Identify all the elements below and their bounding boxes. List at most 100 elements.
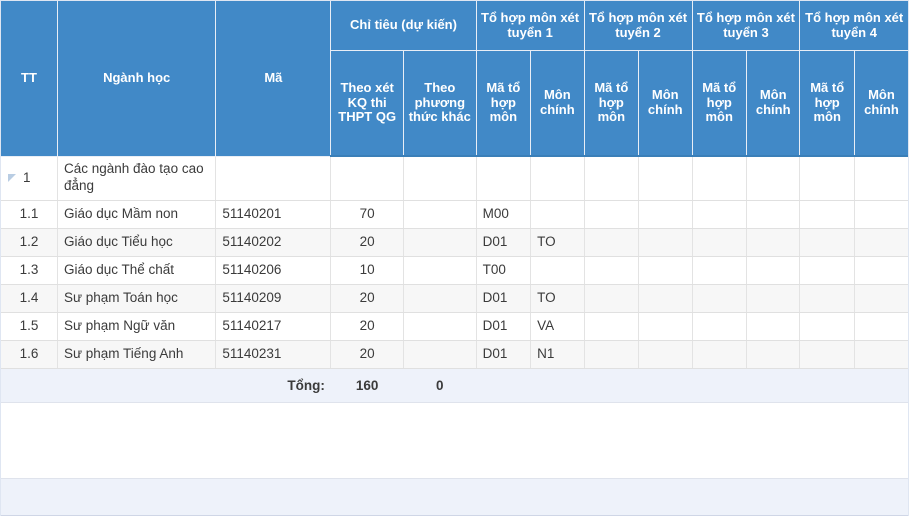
cell-mon-chinh-1 [530, 156, 585, 201]
col-header-to-hop-1: Tổ hợp môn xét tuyển 1 [476, 1, 585, 51]
cell-ma-to-hop-2 [584, 284, 640, 313]
cell-ma-to-hop-4 [799, 200, 855, 229]
cell-mon-chinh-2 [638, 284, 693, 313]
cell-nganh-hoc: Sư phạm Ngữ văn [57, 312, 217, 341]
cell-ma-to-hop-1 [476, 156, 532, 201]
cell-tt: 1.4 [1, 284, 58, 313]
cell-ma [215, 156, 332, 201]
cell-tt: 1.1 [1, 200, 58, 229]
table-row[interactable]: 1.6 Sư phạm Tiếng Anh 51140231 20 D01 N1 [1, 340, 908, 369]
total-row: Tổng: 160 0 [1, 367, 908, 403]
cell-mon-chinh-3 [746, 156, 801, 201]
cell-nganh-hoc: Giáo dục Mầm non [57, 200, 217, 229]
col-header-mon-chinh-2[interactable]: Môn chính [638, 50, 693, 157]
cell-mon-chinh-1 [530, 256, 585, 285]
cell-mon-chinh-2 [638, 312, 693, 341]
cell-ma-to-hop-2 [584, 200, 640, 229]
cell-ma-to-hop-4 [799, 340, 855, 369]
cell-tt: 1.6 [1, 340, 58, 369]
cell-ma: 51140206 [215, 256, 332, 285]
cell-theo-phuong-thuc-khac [403, 340, 477, 369]
cell-nganh-hoc: Sư phạm Tiếng Anh [57, 340, 217, 369]
cell-ma-to-hop-2 [584, 156, 640, 201]
cell-ma-to-hop-3 [692, 256, 747, 285]
cell-theo-phuong-thuc-khac [403, 200, 477, 229]
col-header-mon-chinh-3[interactable]: Môn chính [746, 50, 801, 157]
total-filler [476, 367, 908, 403]
cell-mon-chinh-1: VA [530, 312, 585, 341]
table-row[interactable]: 1 Các ngành đào tạo cao đẳng [1, 156, 908, 201]
cell-ma-to-hop-1: D01 [476, 312, 532, 341]
col-header-mon-chinh-1[interactable]: Môn chính [530, 50, 585, 157]
cell-ma-to-hop-2 [584, 228, 640, 257]
cell-ma-to-hop-2 [584, 340, 640, 369]
cell-nganh-hoc: Giáo dục Thể chất [57, 256, 217, 285]
cell-mon-chinh-4 [854, 312, 908, 341]
table-row[interactable]: 1.4 Sư phạm Toán học 51140209 20 D01 TO [1, 284, 908, 313]
col-header-theo-phuong-thuc-khac[interactable]: Theo phương thức khác [403, 50, 477, 157]
cell-ma: 51140217 [215, 312, 332, 341]
cell-theo-xet-kq: 70 [330, 200, 404, 229]
cell-ma-to-hop-3 [692, 156, 747, 201]
cell-ma-to-hop-3 [692, 340, 747, 369]
col-header-to-hop-4: Tổ hợp môn xét tuyển 4 [799, 1, 908, 51]
cell-ma-to-hop-1: D01 [476, 228, 532, 257]
col-header-ma-to-hop-mon-3[interactable]: Mã tổ hợp môn [692, 50, 747, 157]
cell-theo-phuong-thuc-khac [403, 312, 477, 341]
cell-ma-to-hop-1: T00 [476, 256, 532, 285]
col-header-ma[interactable]: Mã [215, 1, 332, 157]
cell-ma-to-hop-2 [584, 312, 640, 341]
col-header-theo-xet-kq[interactable]: Theo xét KQ thi THPT QG [330, 50, 404, 157]
cell-ma: 51140209 [215, 284, 332, 313]
cell-ma-to-hop-3 [692, 200, 747, 229]
cell-ma-to-hop-4 [799, 156, 855, 201]
cell-theo-phuong-thuc-khac [403, 156, 477, 201]
admissions-table: TT Ngành học Mã Chỉ tiêu (dự kiến) Tổ hợ… [1, 1, 908, 403]
table-row[interactable]: 1.5 Sư phạm Ngữ văn 51140217 20 D01 VA [1, 312, 908, 341]
col-header-ma-to-hop-mon-4[interactable]: Mã tổ hợp môn [799, 50, 855, 157]
col-header-mon-chinh-4[interactable]: Môn chính [854, 50, 908, 157]
cell-ma: 51140202 [215, 228, 332, 257]
col-header-chi-tieu-group: Chỉ tiêu (dự kiến) [330, 1, 477, 51]
cell-ma-to-hop-4 [799, 228, 855, 257]
col-header-ma-to-hop-mon-2[interactable]: Mã tổ hợp môn [584, 50, 640, 157]
cell-mon-chinh-1: TO [530, 284, 585, 313]
cell-mon-chinh-2 [638, 200, 693, 229]
cell-ma-to-hop-4 [799, 256, 855, 285]
table-row[interactable]: 1.2 Giáo dục Tiểu học 51140202 20 D01 TO [1, 228, 908, 257]
cell-ma-to-hop-2 [584, 256, 640, 285]
cell-ma-to-hop-3 [692, 228, 747, 257]
cell-nganh-hoc: Các ngành đào tạo cao đẳng [57, 156, 217, 201]
cell-mon-chinh-2 [638, 156, 693, 201]
cell-ma-to-hop-4 [799, 312, 855, 341]
cell-tt-label: 1 [23, 169, 31, 185]
cell-mon-chinh-2 [638, 340, 693, 369]
cell-ma: 51140201 [215, 200, 332, 229]
cell-theo-xet-kq: 20 [330, 228, 404, 257]
cell-theo-xet-kq: 20 [330, 312, 404, 341]
cell-ma-to-hop-3 [692, 312, 747, 341]
cell-theo-xet-kq: 10 [330, 256, 404, 285]
table-row[interactable]: 1.1 Giáo dục Mầm non 51140201 70 M00 [1, 200, 908, 229]
cell-mon-chinh-4 [854, 200, 908, 229]
cell-ma-to-hop-3 [692, 284, 747, 313]
cell-mon-chinh-1: TO [530, 228, 585, 257]
cell-tt: 1.5 [1, 312, 58, 341]
col-header-tt[interactable]: TT [1, 1, 58, 157]
total-label: Tổng: [1, 367, 331, 403]
cell-mon-chinh-1 [530, 200, 585, 229]
cell-mon-chinh-1: N1 [530, 340, 585, 369]
cell-mon-chinh-3 [746, 256, 801, 285]
grid-pager-bar[interactable] [1, 478, 908, 516]
cell-mon-chinh-3 [746, 200, 801, 229]
cell-nganh-hoc: Giáo dục Tiểu học [57, 228, 217, 257]
cell-theo-phuong-thuc-khac [403, 256, 477, 285]
triangle-collapse-icon[interactable] [8, 174, 16, 182]
table-row[interactable]: 1.3 Giáo dục Thể chất 51140206 10 T00 [1, 256, 908, 285]
cell-tt: 1.3 [1, 256, 58, 285]
col-header-ma-to-hop-mon-1[interactable]: Mã tổ hợp môn [476, 50, 532, 157]
cell-nganh-hoc: Sư phạm Toán học [57, 284, 217, 313]
total-theo-phuong-thuc-khac: 0 [403, 367, 477, 403]
cell-mon-chinh-3 [746, 340, 801, 369]
col-header-nganh-hoc[interactable]: Ngành học [57, 1, 217, 157]
